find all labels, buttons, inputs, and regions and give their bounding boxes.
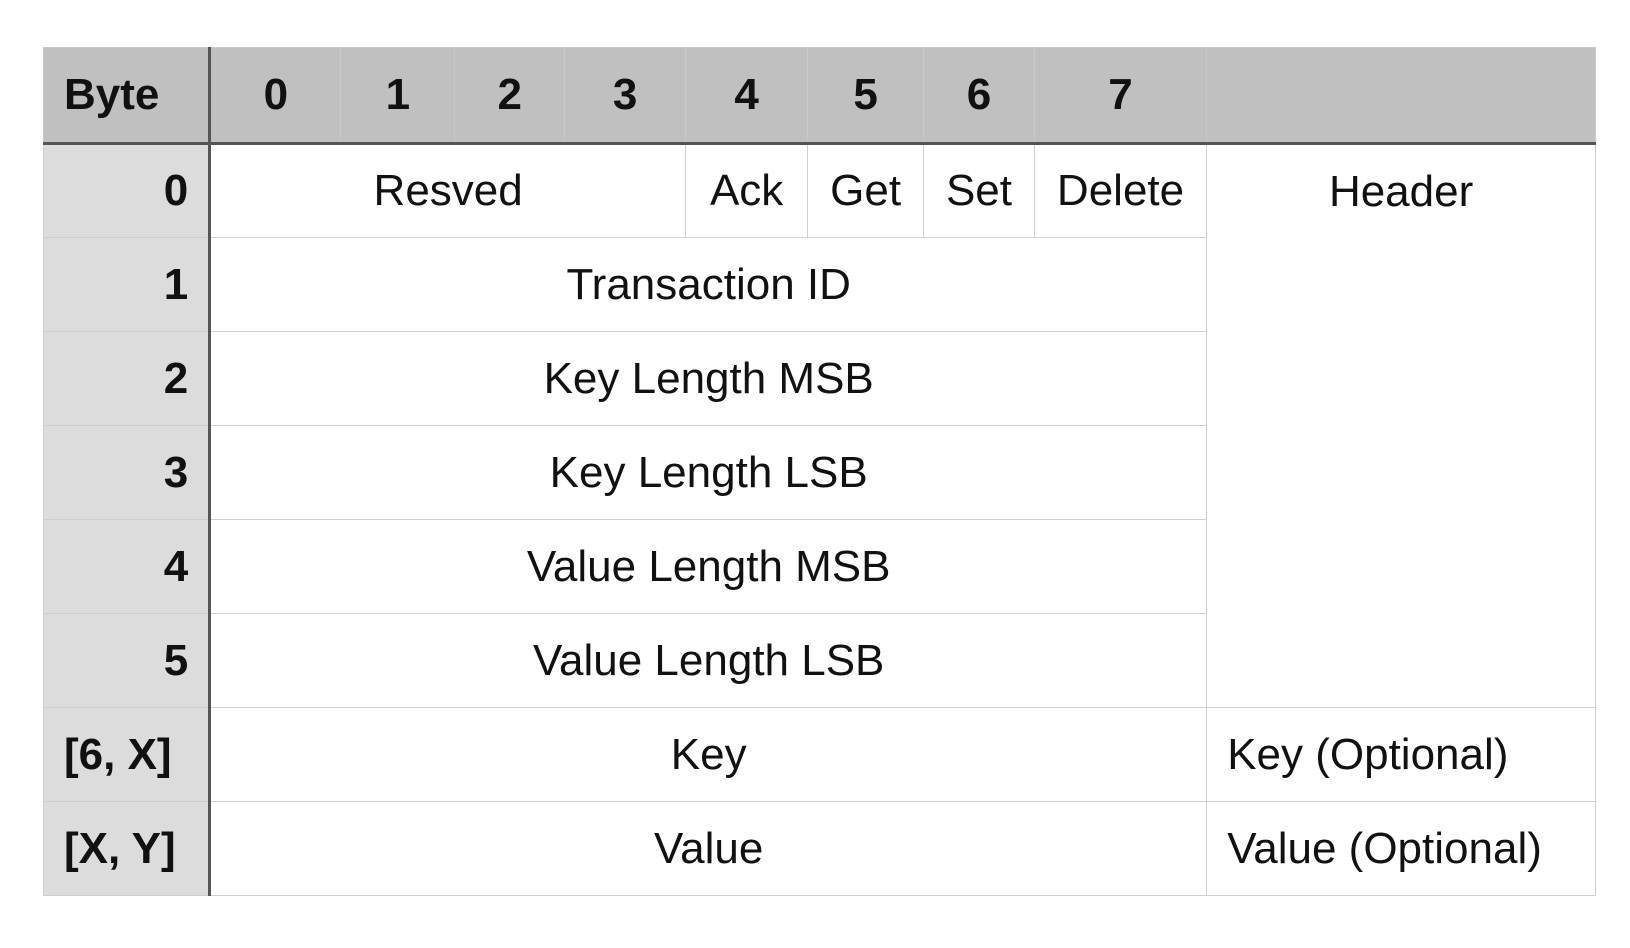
field-key-length-msb: Key Length MSB [209,331,1208,426]
byte-column-header: Byte [42,47,212,145]
row-label-key-range: [6, X] [42,707,212,802]
field-ack: Ack [685,143,809,238]
bit-header-5: 5 [807,47,925,145]
row-label-byte-4: 4 [42,519,212,614]
row-label-byte-3: 3 [42,425,212,520]
field-value-length-msb: Value Length MSB [209,519,1208,614]
byte-layout-table: Byte 0 1 2 3 4 5 6 7 0 Resved Ack Get Se… [42,47,1596,896]
field-value-length-lsb: Value Length LSB [209,613,1208,708]
field-transaction-id: Transaction ID [209,237,1208,332]
bit-header-1: 1 [340,47,456,145]
bit-header-0: 0 [209,47,342,145]
group-key-optional: Key (Optional) [1206,707,1596,802]
field-key: Key [209,707,1208,802]
bit-header-7: 7 [1033,47,1208,145]
field-value: Value [209,801,1208,896]
group-value-optional: Value (Optional) [1206,801,1596,896]
bit-header-4: 4 [685,47,809,145]
row-label-byte-1: 1 [42,237,212,332]
row-label-byte-5: 5 [42,613,212,708]
bit-header-3: 3 [564,47,687,145]
row-label-byte-0: 0 [42,143,212,238]
table-row: [6, X] Key Key (Optional) [42,707,1596,802]
bit-header-2: 2 [454,47,566,145]
group-header: Header [1206,143,1596,708]
field-resved: Resved [209,143,687,238]
row-label-value-range: [X, Y] [42,801,212,896]
field-get: Get [807,143,925,238]
table-row: [X, Y] Value Value (Optional) [42,801,1596,896]
field-delete: Delete [1033,143,1208,238]
field-set: Set [923,143,1035,238]
bit-header-6: 6 [923,47,1035,145]
group-column-header [1206,47,1596,145]
packet-format-diagram: Byte 0 1 2 3 4 5 6 7 0 Resved Ack Get Se… [42,47,1596,896]
header-row: Byte 0 1 2 3 4 5 6 7 [42,47,1596,145]
row-label-byte-2: 2 [42,331,212,426]
field-key-length-lsb: Key Length LSB [209,425,1208,520]
table-row: 0 Resved Ack Get Set Delete Header [42,143,1596,708]
